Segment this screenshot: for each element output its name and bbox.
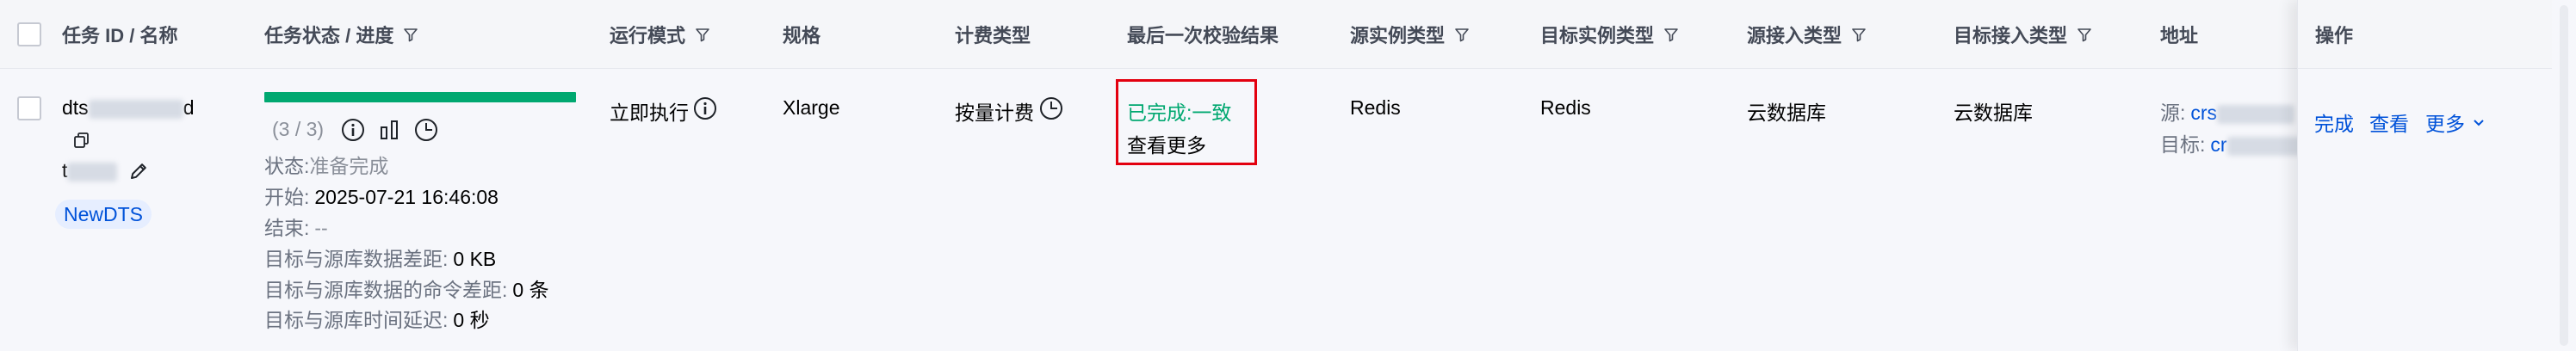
address-source-line: 源: crs xyxy=(2160,96,2295,126)
redacted-task-name xyxy=(67,162,118,182)
status-line: 状态:准备完成 xyxy=(264,150,388,179)
clock-icon[interactable] xyxy=(413,117,439,143)
header-last-check-result-label: 最后一次校验结果 xyxy=(1127,25,1279,46)
header-operation-label: 操作 xyxy=(2315,24,2354,46)
view-button[interactable]: 查看 xyxy=(2369,108,2409,137)
chevron-down-icon xyxy=(2472,115,2486,129)
header-address-label: 地址 xyxy=(2160,25,2199,46)
header-spec: 规格 xyxy=(783,0,820,69)
complete-button[interactable]: 完成 xyxy=(2314,108,2354,137)
filter-icon[interactable] xyxy=(1850,26,1867,43)
filter-icon[interactable] xyxy=(402,26,419,43)
address-source-link[interactable]: crs xyxy=(2190,102,2217,124)
header-source-access-type-label: 源接入类型 xyxy=(1747,25,1842,46)
clock-icon[interactable] xyxy=(1038,95,1064,121)
table-header: 任务 ID / 名称 任务状态 / 进度 运行模式 规格 计费类型 最后一次校验… xyxy=(0,0,2576,69)
end-label: 结束: xyxy=(264,217,310,239)
start-value: 2025-07-21 16:46:08 xyxy=(314,186,498,208)
newdts-tag: NewDTS xyxy=(55,200,152,229)
run-mode-value: 立即执行 xyxy=(610,102,689,124)
header-billing-type: 计费类型 xyxy=(955,0,1031,69)
check-result-value: 已完成:一致 xyxy=(1127,102,1232,124)
cmd-diff-line: 目标与源库数据的命令差距: 0 条 xyxy=(264,274,549,303)
header-target-instance-type-label: 目标实例类型 xyxy=(1540,25,1655,46)
status-label: 状态: xyxy=(264,155,310,177)
header-task-status-progress: 任务状态 / 进度 xyxy=(264,0,419,69)
source-instance-type-value: Redis xyxy=(1350,96,1401,119)
progress-steps: (3 / 3) xyxy=(272,118,325,140)
scrollbar-thumb[interactable] xyxy=(2560,5,2568,346)
header-task-status-label: 任务状态 / 进度 xyxy=(264,25,394,46)
address-target-line: 目标: cr xyxy=(2160,128,2305,157)
bar-chart-icon[interactable] xyxy=(377,117,403,143)
header-address: 地址 xyxy=(2160,0,2198,69)
status-value: 准备完成 xyxy=(309,155,389,177)
redacted-target-address xyxy=(2226,136,2305,156)
row-select-checkbox[interactable] xyxy=(17,96,41,120)
end-value: -- xyxy=(314,217,328,239)
data-diff-line: 目标与源库数据差距: 0 KB xyxy=(264,243,496,272)
header-task-id-name-label: 任务 ID / 名称 xyxy=(62,25,178,46)
info-icon[interactable] xyxy=(692,95,718,121)
end-time-line: 结束: -- xyxy=(264,212,328,241)
header-task-id-name: 任务 ID / 名称 xyxy=(62,0,177,69)
task-id-prefix: dts xyxy=(62,96,89,119)
task-name: t xyxy=(62,159,118,182)
header-source-instance-type: 源实例类型 xyxy=(1350,0,1471,69)
filter-icon[interactable] xyxy=(1453,26,1471,43)
header-operation: 操作 xyxy=(2298,0,2553,69)
header-target-instance-type: 目标实例类型 xyxy=(1540,0,1680,69)
more-dropdown[interactable]: 更多 xyxy=(2425,108,2486,137)
filter-icon[interactable] xyxy=(694,26,711,43)
filter-icon[interactable] xyxy=(2076,26,2093,43)
select-all-checkbox[interactable] xyxy=(17,22,41,46)
newdts-tag-label: NewDTS xyxy=(64,202,144,225)
source-access-type-value: 云数据库 xyxy=(1747,102,1826,124)
billing-type-value: 按量计费 xyxy=(955,102,1034,124)
header-run-mode-label: 运行模式 xyxy=(610,25,686,46)
info-icon[interactable] xyxy=(340,117,366,143)
edit-icon[interactable] xyxy=(127,160,150,182)
task-id-suffix: d xyxy=(183,96,195,119)
filter-icon[interactable] xyxy=(1663,26,1680,43)
task-id-link[interactable]: dts d xyxy=(62,96,194,120)
header-billing-type-label: 计费类型 xyxy=(955,25,1031,46)
task-progress-bar xyxy=(264,92,576,102)
start-time-line: 开始: 2025-07-21 16:46:08 xyxy=(264,181,498,210)
header-last-check-result: 最后一次校验结果 xyxy=(1127,0,1279,69)
address-target-link[interactable]: cr xyxy=(2210,133,2226,156)
time-delay-label: 目标与源库时间延迟: xyxy=(264,309,449,331)
time-delay-value: 0 秒 xyxy=(453,309,490,331)
header-source-instance-type-label: 源实例类型 xyxy=(1350,25,1446,46)
cmd-diff-label: 目标与源库数据的命令差距: xyxy=(264,279,508,301)
cmd-diff-value: 0 条 xyxy=(512,279,549,301)
header-run-mode: 运行模式 xyxy=(610,0,711,69)
header-target-access-type-label: 目标接入类型 xyxy=(1954,25,2068,46)
header-source-access-type: 源接入类型 xyxy=(1747,0,1867,69)
start-label: 开始: xyxy=(264,186,310,208)
target-instance-type-value: Redis xyxy=(1540,96,1591,119)
copy-icon[interactable] xyxy=(72,131,91,150)
redacted-task-id xyxy=(88,99,183,119)
more-label: 更多 xyxy=(2425,113,2465,135)
address-target-label: 目标: xyxy=(2160,133,2206,156)
operations-column: 操作 完成 查看 更多 xyxy=(2297,0,2553,351)
target-access-type-value: 云数据库 xyxy=(1954,102,2033,124)
address-source-label: 源: xyxy=(2160,102,2186,124)
time-delay-line: 目标与源库时间延迟: 0 秒 xyxy=(264,304,490,333)
vertical-scrollbar[interactable] xyxy=(2552,0,2576,351)
data-diff-label: 目标与源库数据差距: xyxy=(264,248,449,270)
task-progress-fill xyxy=(264,92,576,102)
header-spec-label: 规格 xyxy=(783,25,821,46)
header-target-access-type: 目标接入类型 xyxy=(1954,0,2093,69)
check-more-link[interactable]: 查看更多 xyxy=(1127,129,1206,158)
redacted-source-address xyxy=(2217,104,2295,124)
spec-value: Xlarge xyxy=(783,96,840,119)
data-diff-value: 0 KB xyxy=(453,248,497,270)
